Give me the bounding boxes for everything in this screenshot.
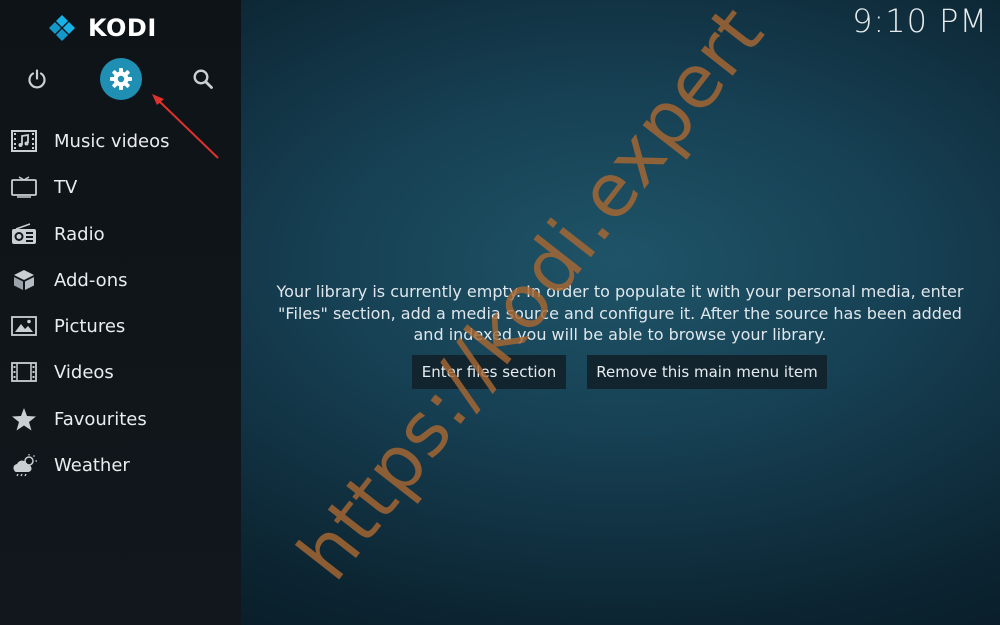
power-icon: [28, 69, 46, 89]
message-line: and indexed you will be able to browse y…: [413, 325, 827, 344]
power-button[interactable]: [16, 58, 58, 100]
sidebar-item-label: Add-ons: [54, 269, 128, 291]
app-name: KODI: [88, 14, 157, 42]
radio-icon: [10, 220, 38, 248]
remove-menu-item-button[interactable]: Remove this main menu item: [587, 355, 827, 389]
sidebar-item-favourites[interactable]: Favourites: [0, 398, 241, 440]
sidebar-item-videos[interactable]: Videos: [0, 351, 241, 393]
picture-icon: [10, 312, 38, 340]
settings-button[interactable]: [100, 58, 142, 100]
weather-cloud-icon: [10, 451, 38, 479]
sidebar-item-label: Favourites: [54, 408, 147, 430]
gear-icon: [110, 68, 132, 90]
music-video-icon: [10, 127, 38, 155]
sidebar-item-label: Radio: [54, 223, 105, 245]
tv-icon: [10, 173, 38, 201]
sidebar-item-tv[interactable]: TV: [0, 166, 241, 208]
clock: 9:10 PM: [852, 2, 988, 40]
annotation-arrow-icon: [152, 94, 219, 159]
sidebar-item-weather[interactable]: Weather: [0, 444, 241, 486]
sidebar-item-label: Weather: [54, 454, 130, 476]
sidebar-item-label: Videos: [54, 361, 114, 383]
star-icon: [10, 405, 38, 433]
sidebar-item-add-ons[interactable]: Add-ons: [0, 259, 241, 301]
sidebar-item-label: Pictures: [54, 315, 126, 337]
message-line: "Files" section, add a media source and …: [278, 303, 962, 323]
message-line: Your library is currently empty. In orde…: [276, 282, 964, 301]
search-icon: [193, 69, 213, 89]
kodi-logo-icon: [49, 15, 75, 41]
sidebar-item-label: TV: [54, 176, 78, 198]
empty-library-message: Your library is currently empty. In orde…: [250, 281, 990, 346]
film-strip-icon: [10, 358, 38, 386]
kodi-home-screen: KODI Music videos TV Radio Add-ons Pictu…: [0, 0, 1000, 625]
addons-box-icon: [10, 266, 38, 294]
sidebar-item-pictures[interactable]: Pictures: [0, 305, 241, 347]
kodi-logo: KODI: [48, 12, 157, 44]
sidebar-item-radio[interactable]: Radio: [0, 213, 241, 255]
